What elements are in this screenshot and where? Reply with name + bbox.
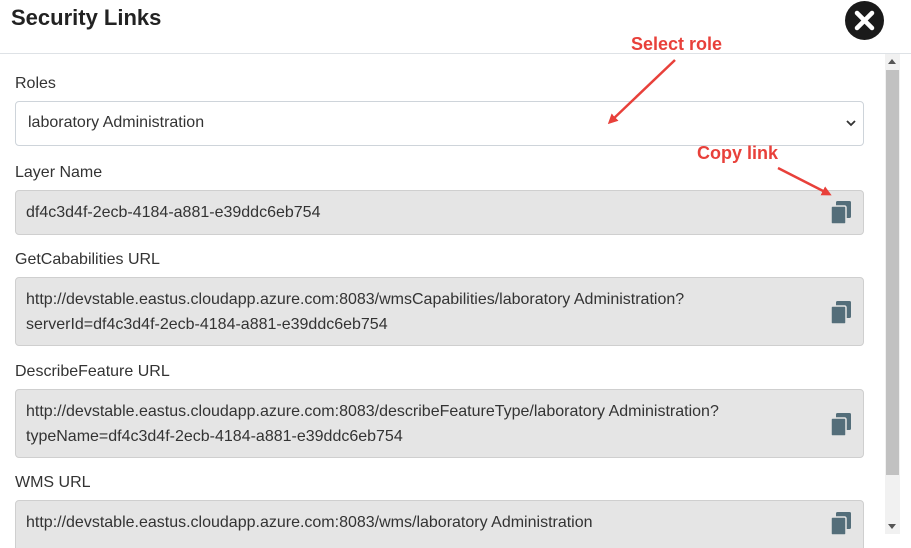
describe-feature-line1: http://devstable.eastus.cloudapp.azure.c… [26, 403, 719, 420]
copy-icon[interactable] [831, 201, 851, 224]
get-capabilities-line1: http://devstable.eastus.cloudapp.azure.c… [26, 291, 685, 308]
get-capabilities-line2: serverId=df4c3d4f-2ecb-4184-a881-e39ddc6… [26, 316, 388, 333]
describe-feature-line2: typeName=df4c3d4f-2ecb-4184-a881-e39ddc6… [26, 428, 403, 445]
close-icon [854, 10, 875, 31]
annotation-select-role: Select role [631, 34, 723, 54]
layer-name-field: df4c3d4f-2ecb-4184-a881-e39ddc6eb754 [15, 190, 864, 235]
dialog-body: Roles laboratory Administration Layer Na… [0, 54, 911, 548]
get-capabilities-label: GetCababilities URL [15, 251, 160, 268]
close-button[interactable] [845, 1, 884, 40]
describe-feature-label: DescribeFeature URL [15, 363, 170, 380]
copy-icon[interactable] [831, 512, 851, 535]
roles-select[interactable]: laboratory Administration [15, 101, 864, 146]
wms-field: http://devstable.eastus.cloudapp.azure.c… [15, 500, 864, 548]
dialog-title: Security Links [11, 5, 162, 30]
layer-name-label: Layer Name [15, 164, 103, 181]
copy-icon[interactable] [831, 413, 851, 436]
scroll-down-icon[interactable] [888, 524, 896, 529]
scroll-up-icon[interactable] [888, 59, 896, 64]
roles-select-value: laboratory Administration [28, 114, 205, 131]
copy-icon[interactable] [831, 301, 851, 324]
describe-feature-field: http://devstable.eastus.cloudapp.azure.c… [15, 389, 864, 458]
wms-label: WMS URL [15, 474, 91, 491]
get-capabilities-field: http://devstable.eastus.cloudapp.azure.c… [15, 277, 864, 346]
scroll-thumb[interactable] [886, 70, 899, 475]
roles-label: Roles [15, 75, 56, 92]
wms-line1: http://devstable.eastus.cloudapp.azure.c… [26, 514, 593, 531]
vertical-scrollbar[interactable] [885, 54, 900, 534]
chevron-down-icon [846, 120, 856, 127]
annotation-copy-link: Copy link [697, 143, 779, 163]
dialog-header: Security Links [0, 0, 911, 54]
layer-name-value: df4c3d4f-2ecb-4184-a881-e39ddc6eb754 [26, 204, 321, 221]
